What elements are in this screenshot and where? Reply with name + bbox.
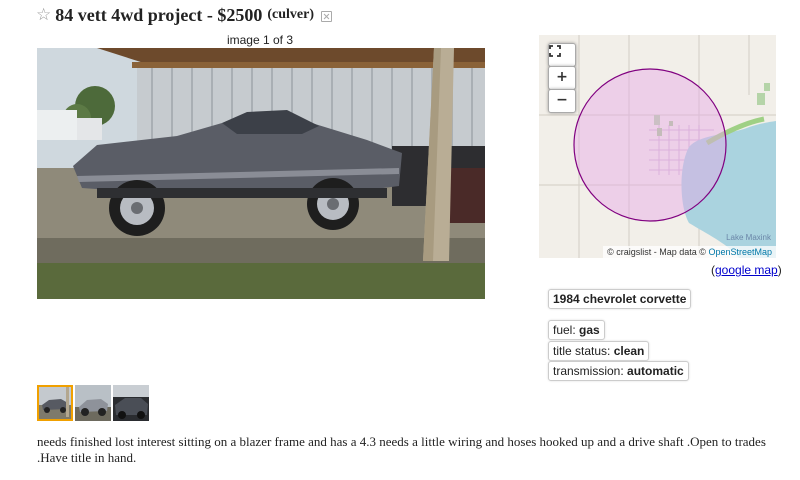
map-zoom-in-button[interactable]: + (548, 66, 576, 90)
transmission-attr-box: transmission: automatic (548, 361, 689, 381)
posting-title-row: ☆ 84 vett 4wd project - $2500 (culver) (36, 4, 333, 26)
thumbnail-1[interactable] (37, 385, 73, 421)
location-map[interactable]: + − Lake Maxink © craigslist - Map data … (539, 35, 776, 258)
map-lake-label: Lake Maxink (726, 233, 771, 242)
transmission-attr: transmission: automatic (548, 361, 689, 381)
fuel-attr: fuel: gas (548, 320, 605, 340)
vehicle-attr-group: 1984 chevrolet corvette (548, 289, 692, 309)
thumbnail-2-image (75, 385, 111, 421)
corvette-photo (37, 48, 485, 299)
google-map-link[interactable]: google map (715, 263, 778, 277)
map-attribution-text: © craigslist - Map data © (607, 247, 706, 257)
openstreetmap-link[interactable]: OpenStreetMap (708, 247, 772, 257)
title-status-attr: title status: clean (548, 341, 650, 361)
title-status-attr-box: title status: clean (548, 341, 650, 361)
fullscreen-icon (549, 45, 561, 57)
hide-posting-icon[interactable] (321, 10, 333, 22)
thumbnail-1-image (39, 387, 71, 419)
title-status-value: clean (613, 344, 645, 358)
vehicle-name: 1984 chevrolet corvette (548, 289, 692, 309)
map-attribution: © craigslist - Map data © OpenStreetMap (603, 246, 776, 258)
fuel-label: fuel: (553, 323, 576, 337)
thumbnail-3-image (113, 385, 149, 421)
thumbnail-2[interactable] (75, 385, 111, 421)
main-photo[interactable] (37, 48, 485, 299)
thumbnail-3[interactable] (113, 385, 149, 421)
favorite-star-icon[interactable]: ☆ (36, 5, 51, 25)
map-zoom-out-button[interactable]: − (548, 89, 576, 113)
transmission-label: transmission: (553, 364, 624, 378)
posting-location: (culver) (267, 7, 315, 22)
vehicle-name-text: 1984 chevrolet corvette (553, 292, 687, 306)
map-fullscreen-button[interactable] (548, 43, 576, 67)
title-status-label: title status: (553, 344, 611, 358)
fuel-attr-box: fuel: gas (548, 320, 605, 340)
posting-body: needs finished lost interest sitting on … (37, 434, 766, 465)
thumbnail-strip (37, 385, 149, 421)
image-counter: image 1 of 3 (226, 33, 294, 47)
posting-title: 84 vett 4wd project - $2500 (55, 4, 263, 25)
transmission-value: automatic (627, 364, 684, 378)
google-map-link-wrap: (google map) (711, 263, 782, 277)
fuel-value: gas (579, 323, 600, 337)
